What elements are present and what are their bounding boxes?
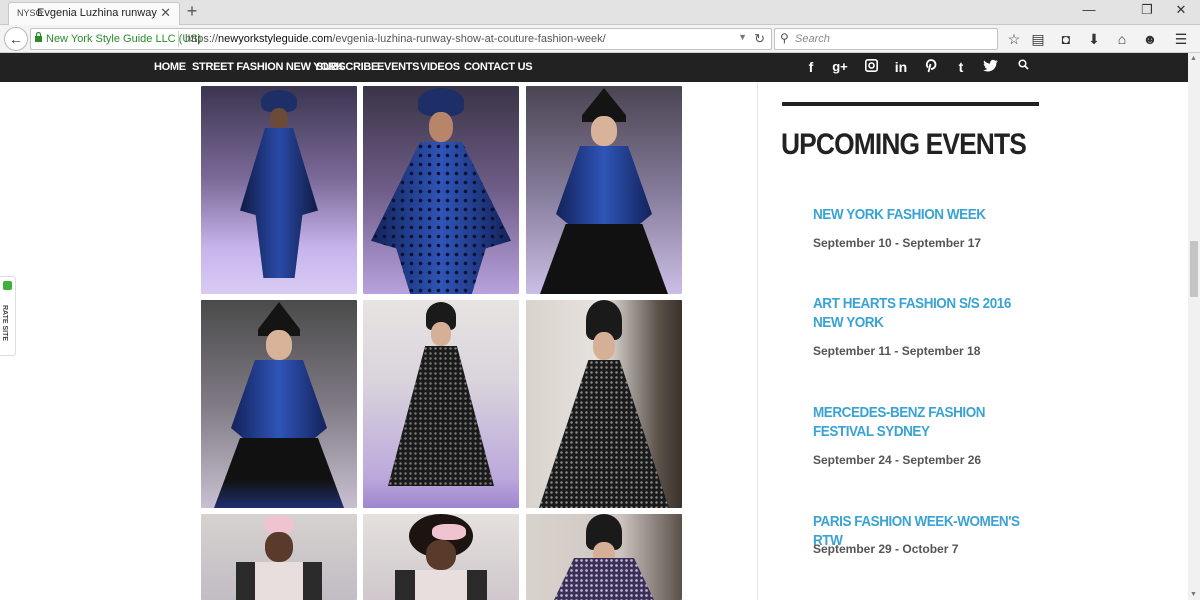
- runway-photo[interactable]: [363, 300, 519, 508]
- model-skirt: [214, 438, 344, 508]
- event-dates: September 29 - October 7: [813, 542, 959, 556]
- nav-contact-us[interactable]: CONTACT US: [464, 61, 533, 73]
- model-dress: [539, 360, 669, 508]
- download-icon[interactable]: ⬇: [1085, 30, 1103, 48]
- minimize-icon[interactable]: —: [1074, 2, 1104, 17]
- scroll-thumb[interactable]: [1190, 241, 1198, 297]
- event-link[interactable]: MERCEDES-BENZ FASHION FESTIVAL SYDNEY: [813, 403, 1029, 441]
- reload-icon[interactable]: ↻: [754, 31, 765, 47]
- search-placeholder: Search: [795, 33, 830, 45]
- scroll-up-icon[interactable]: ▲: [1190, 55, 1197, 62]
- runway-photo[interactable]: [201, 86, 357, 294]
- chevron-down-icon[interactable]: ▼: [738, 32, 747, 42]
- browser-tab-bar: NYSG Evgenia Luzhina runway s... ✕ + — ❐…: [0, 0, 1200, 25]
- model-dress: [371, 142, 511, 294]
- model-dress: [388, 346, 494, 486]
- close-tab-icon[interactable]: ✕: [160, 5, 171, 21]
- checkmark-icon: [3, 281, 12, 290]
- model-top: [395, 570, 487, 600]
- new-tab-button[interactable]: +: [182, 1, 202, 22]
- nav-events[interactable]: EVENTS: [377, 61, 420, 73]
- page-scrollbar[interactable]: ▲ ▼: [1188, 53, 1200, 600]
- lock-icon: [35, 32, 42, 42]
- event-dates: September 24 - September 26: [813, 453, 982, 467]
- model-face: [429, 112, 453, 142]
- model-face: [266, 330, 292, 360]
- nav-subscribe[interactable]: SUBSCRIBE: [316, 61, 378, 73]
- address-bar[interactable]: New York Style Guide LLC (US) https://ne…: [30, 28, 772, 50]
- browser-tab[interactable]: NYSG Evgenia Luzhina runway s... ✕: [8, 2, 180, 25]
- model-face: [265, 532, 293, 562]
- runway-photo[interactable]: [363, 514, 519, 600]
- model-dress: [554, 558, 654, 600]
- column-divider: [757, 82, 758, 600]
- event-dates: September 10 - September 17: [813, 236, 982, 250]
- runway-photo[interactable]: [526, 514, 682, 600]
- sidebar-rule: [782, 102, 1039, 106]
- close-window-icon[interactable]: ✕: [1166, 2, 1196, 18]
- reading-list-icon[interactable]: ▤: [1029, 30, 1047, 48]
- search-input[interactable]: ⚲ Search: [774, 28, 998, 50]
- bookmark-star-icon[interactable]: ☆: [1005, 30, 1023, 48]
- model-skirt: [540, 224, 668, 294]
- runway-photo[interactable]: [526, 86, 682, 294]
- model-face: [426, 540, 456, 570]
- site-navigation: HOME STREET FASHION NEW YORK SUBSCRIBE E…: [0, 53, 1188, 82]
- nav-home[interactable]: HOME: [154, 61, 186, 73]
- url-text[interactable]: https://newyorkstyleguide.com/evgenia-lu…: [185, 33, 606, 45]
- runway-photo[interactable]: [201, 514, 357, 600]
- facebook-icon[interactable]: f: [802, 59, 820, 75]
- search-icon: ⚲: [780, 31, 789, 45]
- tab-title: Evgenia Luzhina runway s...: [37, 7, 157, 19]
- pocket-icon[interactable]: ◘: [1057, 30, 1075, 48]
- event-dates: September 11 - September 18: [813, 344, 981, 358]
- browser-toolbar: ← New York Style Guide LLC (US) https://…: [0, 25, 1200, 53]
- menu-icon[interactable]: ☰: [1172, 30, 1190, 48]
- runway-photo[interactable]: [201, 300, 357, 508]
- model-bow: [432, 524, 466, 540]
- model-top: [236, 562, 322, 600]
- model-top: [231, 360, 327, 440]
- model-face: [591, 116, 617, 146]
- tumblr-icon[interactable]: t: [952, 59, 970, 75]
- event-link[interactable]: NEW YORK FASHION WEEK: [813, 205, 1029, 224]
- instagram-icon[interactable]: [862, 59, 880, 75]
- rate-site-label: RATE SITE: [1, 305, 8, 342]
- model-face: [270, 108, 288, 130]
- restore-icon[interactable]: ❐: [1132, 2, 1162, 18]
- google-plus-icon[interactable]: g+: [831, 59, 849, 74]
- address-separator: [178, 31, 179, 47]
- runway-photo[interactable]: [363, 86, 519, 294]
- twitter-icon[interactable]: [982, 59, 1000, 75]
- back-button[interactable]: ←: [4, 27, 28, 51]
- site-search-icon[interactable]: [1014, 59, 1032, 73]
- linkedin-icon[interactable]: in: [892, 59, 910, 75]
- upcoming-events-title: UPCOMING EVENTS: [781, 128, 1027, 161]
- runway-photo[interactable]: [526, 300, 682, 508]
- model-dress: [240, 128, 318, 278]
- rate-site-tab[interactable]: RATE SITE: [0, 276, 16, 356]
- event-link[interactable]: ART HEARTS FASHION S/S 2016 NEW YORK: [813, 294, 1029, 332]
- chat-icon[interactable]: ☻: [1141, 30, 1159, 48]
- home-icon[interactable]: ⌂: [1113, 30, 1131, 48]
- nav-videos[interactable]: VIDEOS: [420, 61, 460, 73]
- model-face: [593, 332, 615, 360]
- pinterest-icon[interactable]: [922, 59, 940, 76]
- model-face: [431, 322, 451, 346]
- model-top: [556, 146, 652, 226]
- scroll-down-icon[interactable]: ▼: [1190, 591, 1197, 598]
